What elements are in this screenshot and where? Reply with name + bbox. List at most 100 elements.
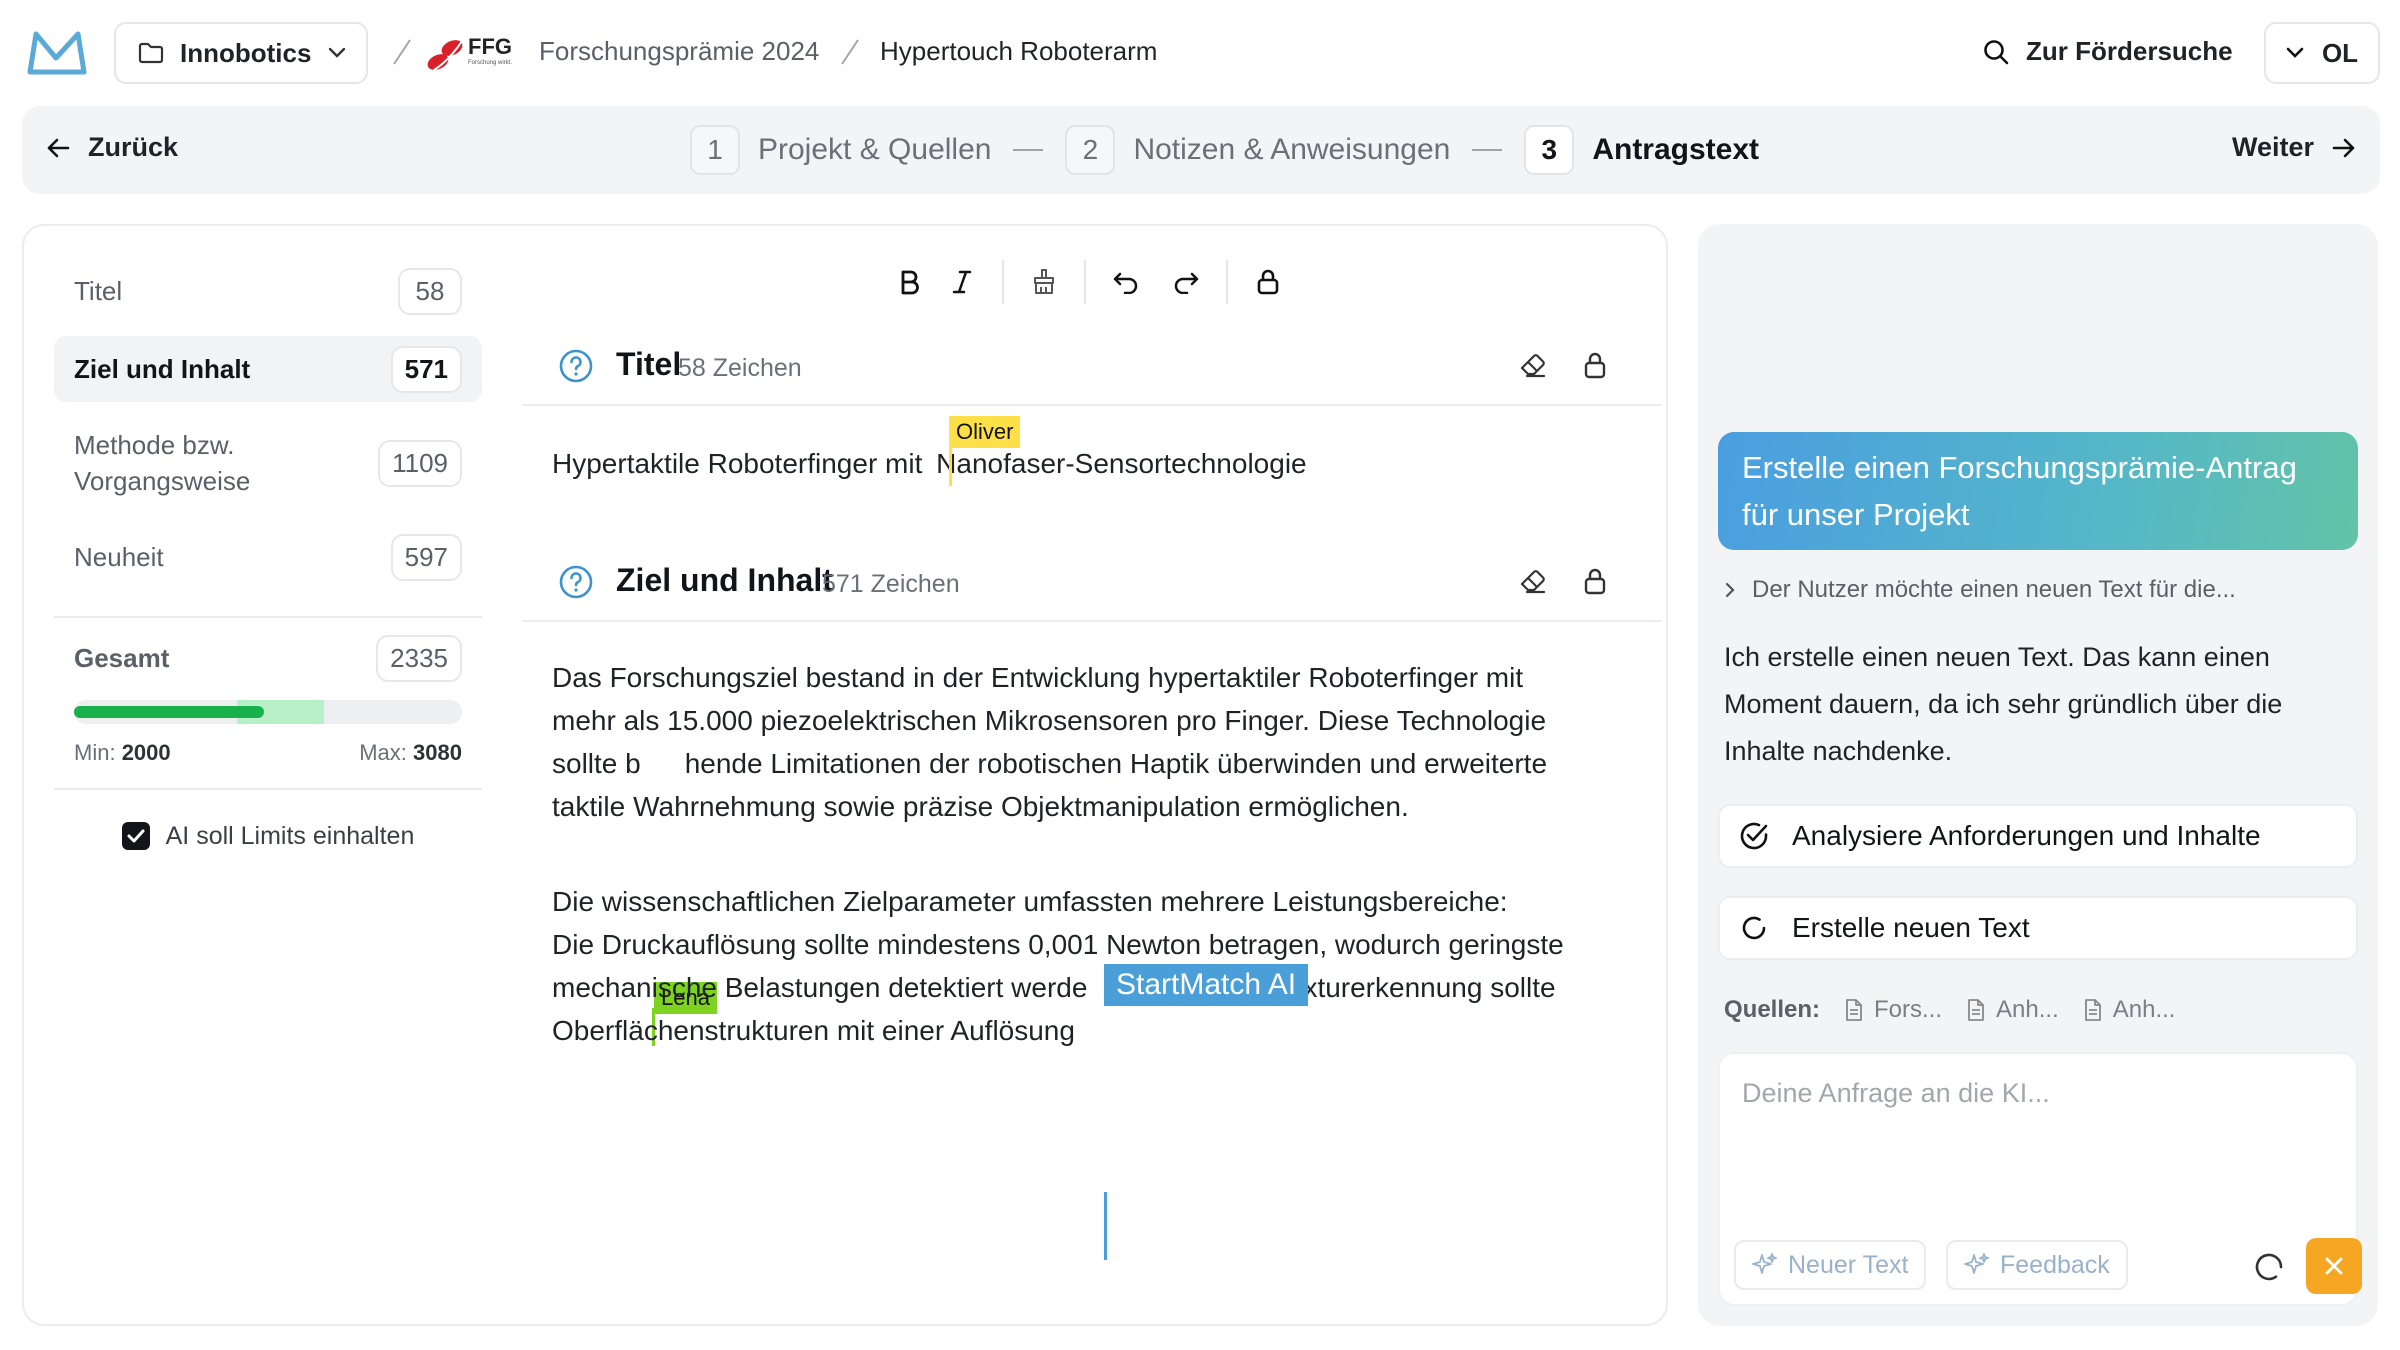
user-menu-button[interactable]: OL bbox=[2264, 22, 2380, 84]
ai-response: Ich erstelle einen neuen Text. Das kann … bbox=[1724, 634, 2344, 775]
limit-checkbox-row[interactable]: AI soll Limits einhalten bbox=[54, 790, 482, 882]
ffg-logo: FFG Forschung wirkt. bbox=[420, 30, 520, 74]
step-notes-instructions[interactable]: 2 Notizen & Anweisungen bbox=[1065, 125, 1450, 175]
source-item[interactable]: Fors... bbox=[1844, 996, 1942, 1024]
sources-label: Quellen: bbox=[1724, 996, 1821, 1023]
goal-paragraph-1[interactable]: Das Forschungsziel bestand in der Entwic… bbox=[552, 656, 1547, 828]
source-name: Fors... bbox=[1874, 996, 1943, 1023]
eraser-icon[interactable] bbox=[1518, 350, 1548, 380]
sparkle-icon bbox=[1752, 1252, 1778, 1278]
breadcrumb-project[interactable]: Hypertouch Roboterarm bbox=[880, 36, 1157, 67]
text-part: taktile bbox=[552, 791, 626, 822]
stop-generation-button[interactable] bbox=[2306, 1238, 2362, 1294]
back-button[interactable]: Zurück bbox=[46, 132, 178, 163]
italic-button[interactable] bbox=[936, 256, 988, 308]
text-part: sollte b bbox=[552, 748, 641, 779]
total-row: Gesamt 2335 bbox=[54, 624, 482, 692]
new-text-button[interactable]: Neuer Text bbox=[1734, 1240, 1927, 1290]
text-line: Das Forschungsziel bestand in der Entwic… bbox=[552, 662, 1524, 693]
chat-input-placeholder[interactable]: Deine Anfrage an die KI... bbox=[1742, 1078, 2050, 1109]
redo-button[interactable] bbox=[1160, 256, 1212, 308]
text-part: Wahrnehmung sowie präzise Objektmanipula… bbox=[633, 791, 1409, 822]
undo-button[interactable] bbox=[1100, 256, 1152, 308]
app-logo-icon[interactable] bbox=[26, 28, 88, 78]
breadcrumb-program[interactable]: Forschungsprämie 2024 bbox=[539, 36, 819, 67]
task-label: Erstelle neuen Text bbox=[1792, 912, 2030, 943]
clear-format-button[interactable] bbox=[1018, 256, 1070, 308]
step-project-sources[interactable]: 1 Projekt & Quellen bbox=[690, 125, 991, 175]
step-label: Projekt & Quellen bbox=[758, 133, 992, 166]
lock-icon[interactable] bbox=[1582, 566, 1608, 596]
source-name: Anh... bbox=[1996, 996, 2059, 1023]
toolbar-separator bbox=[1002, 260, 1004, 304]
char-count-badge: 1109 bbox=[378, 439, 462, 487]
lock-button[interactable] bbox=[1242, 256, 1294, 308]
step-number: 3 bbox=[1524, 125, 1575, 175]
back-label: Zurück bbox=[88, 132, 179, 162]
total-count-badge: 2335 bbox=[376, 634, 462, 682]
sidebar-item-novelty[interactable]: Neuheit 597 bbox=[54, 522, 482, 592]
step-label: Antragstext bbox=[1592, 133, 1760, 166]
paint-brush-icon bbox=[1031, 268, 1057, 296]
title-text-part: Hypertaktile Roboterfinger mit bbox=[552, 448, 923, 479]
feedback-button[interactable]: Feedback bbox=[1946, 1240, 2128, 1290]
response-line: Moment dauern, da ich sehr gründlich übe… bbox=[1724, 689, 2283, 719]
help-icon[interactable] bbox=[558, 564, 594, 600]
divider bbox=[54, 616, 482, 618]
min-label: Min: bbox=[74, 740, 116, 765]
redo-icon bbox=[1172, 270, 1200, 294]
sidebar-item-label-line: Methode bzw. bbox=[74, 430, 235, 460]
source-item[interactable]: Anh... bbox=[2083, 996, 2175, 1024]
funding-search-label: Zur Fördersuche bbox=[2026, 36, 2233, 66]
next-button[interactable]: Weiter bbox=[2232, 132, 2356, 163]
title-text[interactable]: Hypertaktile Roboterfinger mit Nanofaser… bbox=[552, 442, 1307, 485]
sidebar-item-title[interactable]: Titel 58 bbox=[54, 256, 482, 326]
toolbar-separator bbox=[1226, 260, 1228, 304]
text-line: Die wissenschaftlichen Zielparameter umf… bbox=[552, 886, 1508, 917]
toolbar-separator bbox=[1084, 260, 1086, 304]
top-bar: Innobotics FFG Forschung wirkt. Forschun… bbox=[0, 0, 2400, 106]
search-icon bbox=[1982, 38, 2010, 66]
sparkle-icon bbox=[1964, 1252, 1990, 1278]
sidebar-item-method[interactable]: Methode bzw. Vorgangsweise 1109 bbox=[54, 408, 482, 518]
step-number: 2 bbox=[1065, 125, 1116, 175]
char-count-badge: 58 bbox=[398, 267, 462, 315]
collab-cursor-label: Oliver bbox=[949, 416, 1021, 448]
goal-paragraph-2[interactable]: Die wissenschaftlichen Zielparameter umf… bbox=[552, 880, 1564, 1052]
prompt-line: für unser Projekt bbox=[1742, 497, 1970, 532]
help-icon[interactable] bbox=[558, 348, 594, 384]
chat-input-box[interactable]: Deine Anfrage an die KI... Neuer Text Fe… bbox=[1718, 1052, 2362, 1306]
step-label: Notizen & Anweisungen bbox=[1133, 133, 1451, 166]
task-analyze: Analysiere Anforderungen und Inhalte bbox=[1718, 804, 2358, 868]
thinking-toggle[interactable]: Der Nutzer möchte einen neuen Text für d… bbox=[1724, 576, 2236, 604]
funding-search-link[interactable]: Zur Fördersuche bbox=[1982, 36, 2233, 67]
format-toolbar bbox=[884, 256, 1294, 308]
source-item[interactable]: Anh... bbox=[1966, 996, 2059, 1024]
step-application-text[interactable]: 3 Antragstext bbox=[1524, 125, 1759, 175]
text-line: Oberflächenstrukturen mit einer Auflösun… bbox=[552, 1015, 1075, 1046]
response-line: Ich erstelle einen neuen Text. Das kann … bbox=[1724, 642, 2270, 672]
ai-assistant-panel: Erstelle einen Forschungsprämie-Antrag f… bbox=[1698, 224, 2378, 1326]
text-part: xturerkennung sollte bbox=[1303, 972, 1556, 1003]
bold-button[interactable] bbox=[884, 256, 936, 308]
prompt-line: Erstelle einen Forschungsprämie-Antrag bbox=[1742, 450, 2297, 485]
eraser-icon[interactable] bbox=[1518, 566, 1548, 596]
chevron-down-icon bbox=[2286, 47, 2304, 59]
workspace-name: Innobotics bbox=[180, 37, 312, 68]
max-limit: Max: 3080 bbox=[359, 740, 462, 766]
limit-checkbox[interactable] bbox=[121, 822, 150, 850]
text-part: hende Limitationen der robotischen Hapti… bbox=[684, 748, 1548, 779]
sidebar-item-goal-content[interactable]: Ziel und Inhalt 571 bbox=[54, 336, 482, 402]
title-text-part: Nanofaser-Sensortechnologie bbox=[936, 448, 1307, 479]
collab-cursor-oliver bbox=[949, 448, 952, 486]
workspace-selector[interactable]: Innobotics bbox=[114, 22, 368, 84]
text-line: mehr als 15.000 piezoelektrischen Mikros… bbox=[552, 705, 1547, 736]
progress-fill bbox=[74, 706, 264, 718]
new-text-label: Neuer Text bbox=[1788, 1250, 1909, 1279]
lock-icon[interactable] bbox=[1582, 350, 1608, 380]
text-line: taktile Wahrnehmung sowie präzise Objektm… bbox=[552, 785, 1547, 828]
min-value: 2000 bbox=[121, 740, 171, 765]
sidebar-item-label-line: Vorgangsweise bbox=[74, 466, 251, 496]
text-line: mechanische Belastungen detektiert werde… bbox=[552, 966, 1564, 1009]
feedback-label: Feedback bbox=[2000, 1250, 2110, 1279]
